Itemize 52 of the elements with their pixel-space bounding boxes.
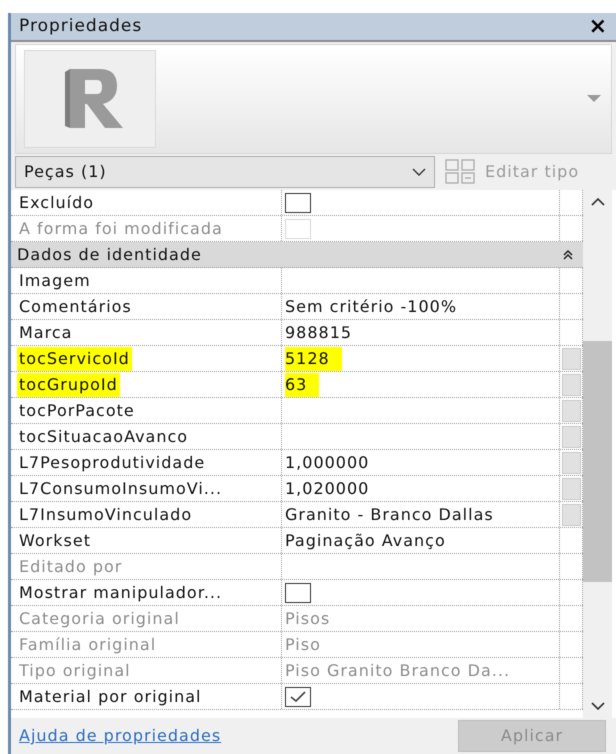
checkbox[interactable]	[285, 582, 311, 602]
property-value[interactable]: 1,020000	[285, 476, 382, 500]
category-label: Dados de identidade	[16, 244, 203, 266]
window-title: Propriedades	[19, 14, 144, 38]
property-name: tocGrupoId	[17, 372, 120, 396]
property-name: L7ConsumoInsumoVi...	[18, 478, 224, 500]
property-value[interactable]: Paginação Avanço	[285, 528, 458, 552]
close-button[interactable]: ×	[588, 16, 608, 38]
category-header[interactable]: Dados de identidade	[11, 242, 583, 268]
property-name: Tipo original	[18, 660, 132, 682]
edit-button[interactable]	[562, 348, 580, 370]
checkbox[interactable]	[285, 686, 311, 706]
property-value[interactable]: 63	[285, 372, 320, 396]
property-name: Imagem	[18, 270, 92, 292]
edit-button[interactable]	[562, 478, 580, 500]
property-name: Comentários	[18, 296, 133, 318]
property-name: tocSituacaoAvanco	[18, 426, 190, 448]
property-value[interactable]: 1,000000	[285, 450, 382, 474]
property-name: Excluído	[18, 192, 96, 214]
property-value[interactable]: Sem critério -100%	[285, 294, 470, 318]
dropdown-caret-icon[interactable]	[587, 95, 601, 103]
edit-type-icon	[445, 159, 477, 185]
property-name: A forma foi modificada	[18, 218, 224, 240]
edit-button[interactable]	[562, 426, 580, 448]
scrollbar[interactable]	[583, 190, 612, 718]
help-link[interactable]: Ajuda de propriedades	[19, 724, 222, 748]
type-selector[interactable]: Peças (1)	[15, 156, 435, 188]
checkbox[interactable]	[285, 192, 311, 212]
property-name: Categoria original	[18, 608, 181, 630]
chevron-down-icon	[412, 168, 426, 176]
property-name: L7Pesoprodutividade	[18, 452, 206, 474]
property-value[interactable]: 5128	[285, 346, 342, 370]
property-value[interactable]: Granito - Branco Dallas	[285, 502, 506, 526]
property-name: Mostrar manipulador...	[18, 582, 224, 604]
property-name: tocServicoId	[17, 346, 132, 370]
property-name: tocPorPacote	[18, 400, 136, 422]
property-name: Material por original	[18, 686, 202, 708]
property-name: Editado por	[18, 556, 124, 578]
check-icon	[290, 690, 306, 702]
property-name: Marca	[18, 322, 74, 344]
edit-button[interactable]	[562, 400, 580, 422]
scroll-down-icon[interactable]	[590, 702, 604, 710]
property-name: Família original	[18, 634, 158, 656]
scroll-up-icon[interactable]	[590, 198, 604, 206]
edit-button[interactable]	[562, 374, 580, 396]
property-name: L7InsumoVinculado	[18, 504, 194, 526]
edit-button[interactable]	[562, 452, 580, 474]
property-name: Workset	[18, 530, 92, 552]
scroll-thumb[interactable]	[583, 341, 612, 582]
collapse-icon[interactable]	[563, 250, 573, 260]
edit-button[interactable]	[562, 504, 580, 526]
property-value[interactable]: 988815	[285, 320, 364, 344]
